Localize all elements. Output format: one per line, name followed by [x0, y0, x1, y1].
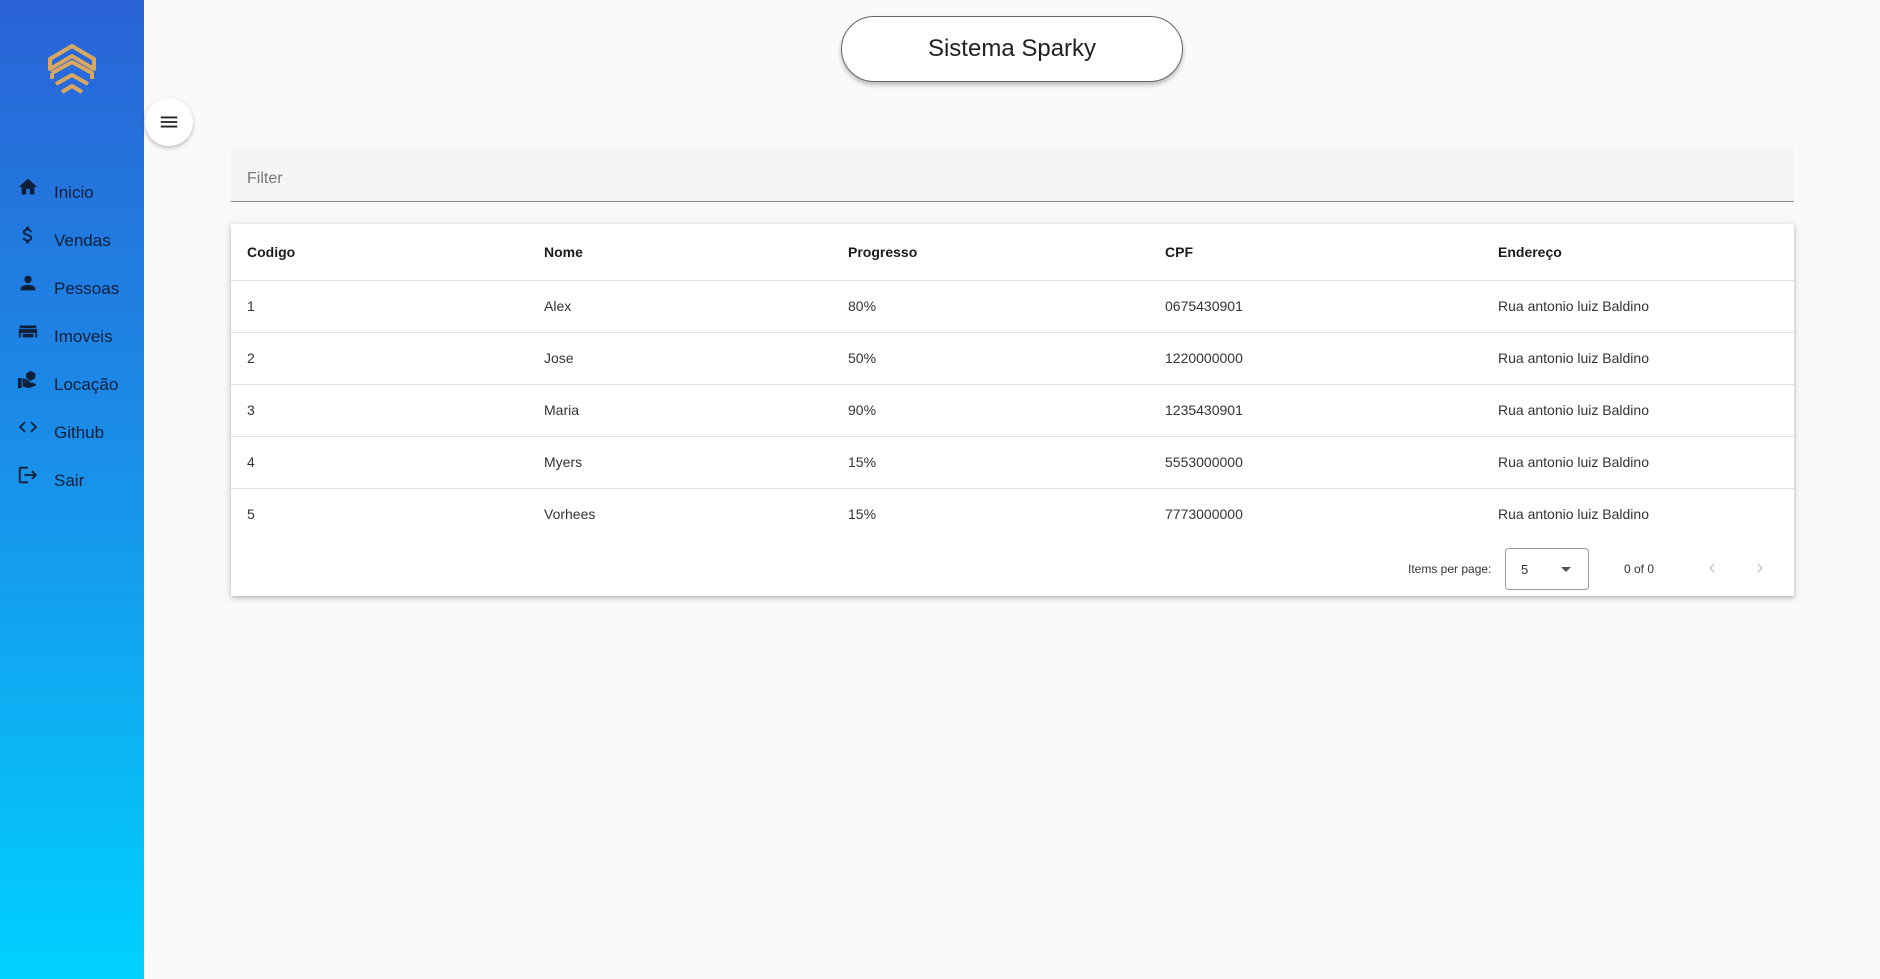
table-header-row: Codigo Nome Progresso CPF Endereço — [231, 224, 1794, 281]
dollar-icon — [16, 223, 40, 247]
data-table-card: Codigo Nome Progresso CPF Endereço 1 Ale… — [231, 224, 1794, 596]
sidebar-nav: Inicio Vendas Pessoas Imoveis Locação Gi… — [0, 163, 144, 499]
table-row[interactable]: 1 Alex 80% 0675430901 Rua antonio luiz B… — [231, 280, 1794, 333]
chevron-left-icon — [1703, 559, 1721, 577]
dropdown-arrow-icon — [1561, 567, 1571, 572]
sidebar-item-imoveis[interactable]: Imoveis — [0, 307, 144, 355]
items-per-page-label: Items per page: — [1408, 562, 1492, 576]
column-header-cpf[interactable]: CPF — [1149, 224, 1482, 281]
cell-nome: Maria — [528, 384, 832, 437]
code-icon — [16, 415, 40, 439]
sidebar-item-github[interactable]: Github — [0, 403, 144, 451]
column-header-codigo[interactable]: Codigo — [231, 224, 528, 281]
filter-field — [231, 146, 1794, 202]
cell-codigo: 3 — [231, 384, 528, 437]
cell-nome: Alex — [528, 280, 832, 333]
cell-endereco: Rua antonio luiz Baldino — [1498, 506, 1649, 523]
sidebar-item-label: Sair — [54, 471, 85, 490]
page-title: Sistema Sparky — [841, 16, 1183, 82]
sidebar-item-label: Inicio — [54, 183, 94, 202]
cell-endereco: Rua antonio luiz Baldino — [1482, 280, 1794, 333]
table-row[interactable]: 4 Myers 15% 5553000000 Rua antonio luiz … — [231, 436, 1794, 489]
sidebar-item-label: Imoveis — [54, 327, 113, 346]
page-size-value: 5 — [1521, 561, 1529, 577]
money-hand-icon — [16, 367, 40, 391]
cell-cpf: 7773000000 — [1165, 506, 1243, 523]
cell-endereco: Rua antonio luiz Baldino — [1482, 332, 1794, 385]
store-icon — [16, 319, 40, 343]
sidebar-item-pessoas[interactable]: Pessoas — [0, 259, 144, 307]
filter-input[interactable] — [231, 146, 1794, 201]
chevron-right-icon — [1751, 559, 1769, 577]
cell-progresso: 50% — [832, 332, 1149, 385]
cell-codigo: 4 — [231, 436, 528, 489]
cell-progresso: 15% — [848, 506, 877, 523]
cell-progresso: 15% — [832, 436, 1149, 489]
cell-endereco: Rua antonio luiz Baldino — [1482, 436, 1794, 489]
next-page-button[interactable] — [1746, 554, 1774, 582]
cell-nome: Myers — [528, 436, 832, 489]
column-header-nome[interactable]: Nome — [528, 224, 832, 281]
cell-progresso: 90% — [832, 384, 1149, 437]
cell-cpf: 1220000000 — [1149, 332, 1482, 385]
logo-icon — [44, 42, 100, 98]
sidebar-item-label: Vendas — [54, 231, 111, 250]
sidebar-item-vendas[interactable]: Vendas — [0, 211, 144, 259]
page-range-label: 0 of 0 — [1624, 562, 1655, 576]
column-header-progresso[interactable]: Progresso — [832, 224, 1149, 281]
cell-cpf: 5553000000 — [1149, 436, 1482, 489]
cell-endereco: Rua antonio luiz Baldino — [1482, 384, 1794, 437]
cell-cpf: 1235430901 — [1149, 384, 1482, 437]
menu-toggle-button[interactable] — [145, 98, 193, 146]
sidebar-item-label: Locação — [54, 375, 119, 394]
logout-icon — [16, 463, 40, 487]
table-row[interactable]: 5 Vorhees 15% 7773000000 Rua antonio lui… — [231, 488, 1794, 540]
table-row[interactable]: 3 Maria 90% 1235430901 Rua antonio luiz … — [231, 384, 1794, 437]
menu-icon — [158, 111, 180, 133]
sidebar-item-inicio[interactable]: Inicio — [0, 163, 144, 211]
data-table: Codigo Nome Progresso CPF Endereço 1 Ale… — [231, 224, 1794, 540]
cell-codigo: 1 — [231, 280, 528, 333]
sidebar-item-label: Pessoas — [54, 279, 120, 298]
column-header-endereco[interactable]: Endereço — [1482, 224, 1794, 281]
cell-codigo: 2 — [231, 332, 528, 385]
person-icon — [16, 271, 40, 295]
sidebar: Inicio Vendas Pessoas Imoveis Locação Gi… — [0, 0, 144, 979]
cell-cpf: 0675430901 — [1149, 280, 1482, 333]
home-icon — [16, 175, 40, 199]
previous-page-button[interactable] — [1698, 554, 1726, 582]
page-size-select[interactable]: 5 — [1505, 548, 1589, 590]
cell-codigo: 5 — [247, 506, 255, 523]
cell-nome: Vorhees — [544, 506, 596, 523]
table-row[interactable]: 2 Jose 50% 1220000000 Rua antonio luiz B… — [231, 332, 1794, 385]
sidebar-item-sair[interactable]: Sair — [0, 451, 144, 499]
sidebar-item-locacao[interactable]: Locação — [0, 355, 144, 403]
paginator: Items per page: 5 0 of 0 — [231, 540, 1794, 596]
cell-nome: Jose — [528, 332, 832, 385]
cell-progresso: 80% — [832, 280, 1149, 333]
sidebar-item-label: Github — [54, 423, 105, 442]
